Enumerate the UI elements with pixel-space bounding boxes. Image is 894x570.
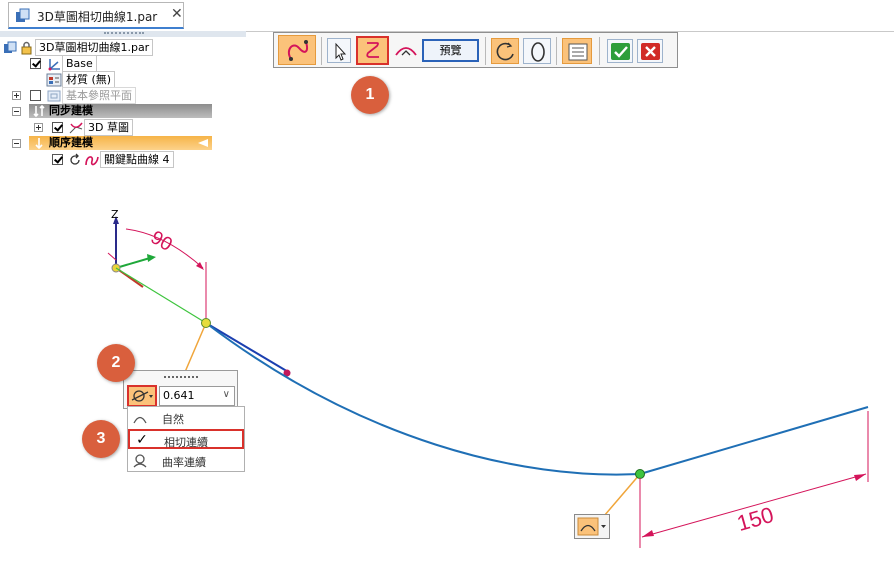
continuity-dropdown: 自然 ✓ 相切連續 曲率連續 [127, 406, 245, 472]
continuity-value-combo[interactable]: 0.641 ∨ [159, 386, 235, 406]
length-dimension[interactable]: 150 [639, 411, 869, 548]
check-icon: ✓ [136, 432, 148, 448]
menu-item-natural-label: 自然 [162, 413, 184, 426]
keypoint-mid[interactable] [635, 469, 645, 479]
menu-item-curvature-label: 曲率連續 [162, 456, 206, 469]
tangent-continuity-icon [131, 390, 153, 402]
graphics-window: Z 90 150 [107, 208, 869, 548]
angle-dimension[interactable]: 90 [107, 227, 207, 323]
menu-item-tangent-label: 相切連續 [164, 436, 208, 449]
continuity-quickbar: 0.641 ∨ [123, 370, 238, 409]
natural-end-icon [133, 416, 147, 424]
curvature-icon [133, 454, 147, 468]
keypoint-start[interactable] [201, 318, 211, 328]
continuity-type-button[interactable] [127, 385, 157, 407]
leader-line-2 [603, 473, 641, 517]
line-segment[interactable] [639, 406, 869, 475]
callout-2: 2 [97, 344, 135, 382]
continuity-value: 0.641 [163, 389, 195, 402]
leader-line-1 [184, 322, 207, 373]
keypoint-curve[interactable] [205, 322, 641, 476]
chevron-down-icon[interactable]: ∨ [223, 389, 230, 400]
endpoint-curve-icon [577, 517, 606, 536]
quickbar-grip[interactable] [164, 376, 198, 378]
callout-3: 3 [82, 420, 120, 458]
menu-item-curvature[interactable]: 曲率連續 [128, 451, 244, 471]
tangent-handle-line [205, 322, 291, 374]
menu-item-tangent[interactable]: ✓ 相切連續 [128, 429, 244, 449]
z-axis-label: Z [111, 208, 119, 221]
menu-item-natural[interactable]: 自然 [128, 408, 244, 428]
coordinate-triad [111, 216, 156, 288]
callout-1: 1 [351, 76, 389, 114]
endpoint-condition-button[interactable] [574, 514, 610, 539]
tangent-construction-line [115, 267, 207, 324]
y-axis [115, 257, 151, 269]
angle-value: 90 [147, 227, 176, 256]
length-value: 150 [734, 502, 776, 536]
